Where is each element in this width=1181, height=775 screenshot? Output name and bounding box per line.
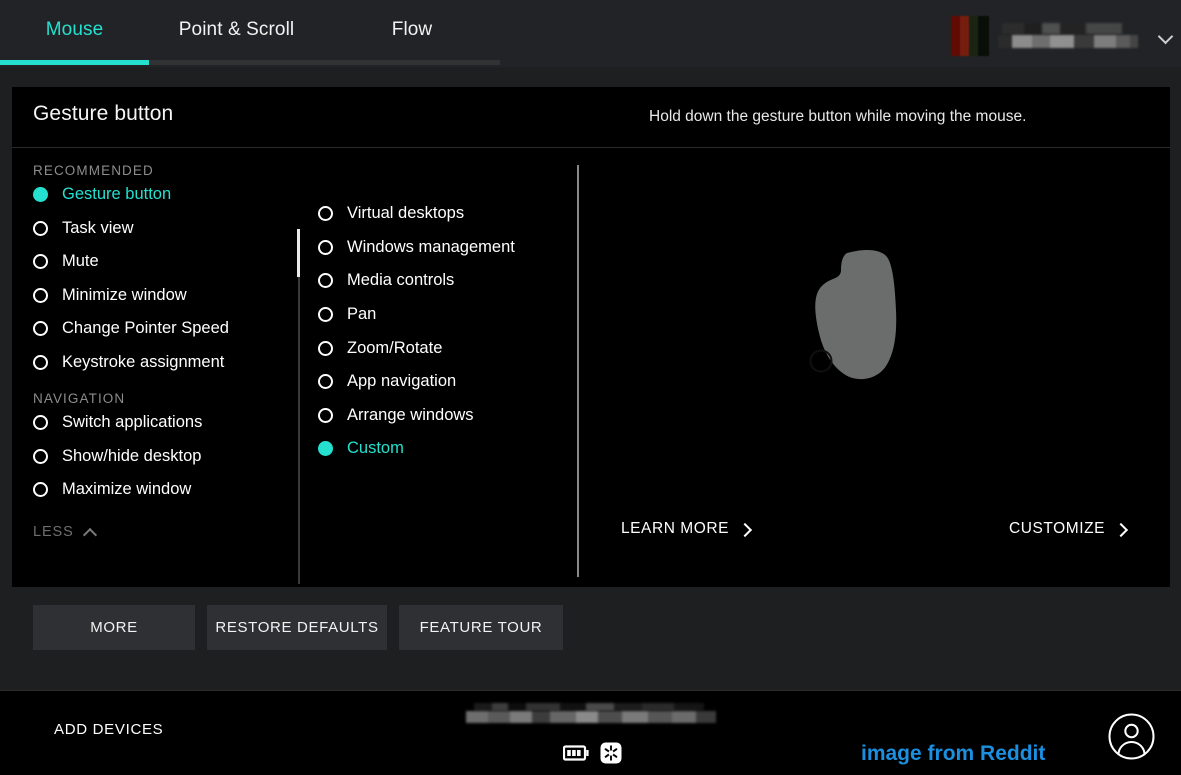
tab-flow[interactable]: Flow [324,0,500,60]
option-pan[interactable]: Pan [304,298,570,332]
option-label: Arrange windows [347,405,474,424]
sidebar-item-label: Task view [62,218,134,237]
panel-header: Gesture button Hold down the gesture but… [12,87,1170,148]
radio-icon[interactable] [33,354,48,370]
reddit-watermark: image from Reddit [861,742,1046,765]
radio-icon[interactable] [33,187,48,203]
tab-point-and-scroll-label: Point & Scroll [178,19,295,40]
panel-hint-text: Hold down the gesture button while movin… [649,108,1027,125]
sidebar-item-keystroke-assignment[interactable]: Keystroke assignment [12,346,287,380]
sidebar-item-label: Keystroke assignment [62,352,225,371]
customize-button[interactable]: CUSTOMIZE [1009,520,1127,538]
more-button[interactable]: MORE [33,605,195,650]
option-custom[interactable]: Custom [304,432,570,466]
group-label-recommended: RECOMMENDED [33,163,154,178]
radio-icon[interactable] [33,220,48,236]
account-name-redacted [998,21,1146,51]
page-title: Gesture button [33,102,174,125]
sidebar-scrollbar-track[interactable] [298,229,300,584]
sidebar-item-mute[interactable]: Mute [12,245,287,279]
sidebar-item-task-view[interactable]: Task view [12,212,287,246]
option-label: Custom [347,439,404,458]
radio-icon[interactable] [318,407,333,423]
radio-icon[interactable] [318,307,333,323]
option-label: Virtual desktops [347,204,465,223]
device-status-icons [562,742,622,769]
chevron-right-icon [1116,522,1127,537]
group-label-navigation: NAVIGATION [33,391,126,406]
radio-icon[interactable] [33,482,48,498]
app-root: Mouse Point & Scroll Flow Gesture button… [0,0,1181,775]
gesture-button-panel: Gesture button Hold down the gesture but… [12,87,1170,587]
mouse-silhouette-icon [803,248,933,383]
sidebar-item-change-pointer-speed[interactable]: Change Pointer Speed [12,312,287,346]
sidebar-item-label: Maximize window [62,480,192,499]
account-circle-icon[interactable] [1108,713,1155,760]
option-app-navigation[interactable]: App navigation [304,365,570,399]
option-label: App navigation [347,372,457,391]
radio-icon[interactable] [318,206,333,222]
radio-icon[interactable] [318,239,333,255]
chevron-down-icon[interactable] [1159,29,1173,43]
panel-body: RECOMMENDED Gesture button Task view Mut… [12,148,1170,587]
option-label: Media controls [347,271,455,290]
radio-icon[interactable] [33,415,48,431]
tab-mouse-label: Mouse [45,19,104,40]
avatar [951,16,989,56]
option-windows-management[interactable]: Windows management [304,231,570,265]
account-menu[interactable] [951,16,1173,56]
radio-icon[interactable] [318,340,333,356]
sidebar-item-label: Gesture button [62,185,172,204]
tab-flow-label: Flow [391,19,433,40]
option-arrange-windows[interactable]: Arrange windows [304,399,570,433]
option-label: Windows management [347,237,515,256]
tab-point-and-scroll[interactable]: Point & Scroll [149,0,324,60]
sidebar-item-show-hide-desktop[interactable]: Show/hide desktop [12,440,287,474]
device-name-redacted [466,703,722,727]
action-button-row: MORE RESTORE DEFAULTS FEATURE TOUR [33,605,563,650]
option-zoom-rotate[interactable]: Zoom/Rotate [304,331,570,365]
learn-more-label: LEARN MORE [621,520,729,537]
sidebar-item-label: Switch applications [62,413,203,432]
device-preview: LEARN MORE CUSTOMIZE [578,148,1170,587]
customize-label: CUSTOMIZE [1009,520,1105,537]
tab-mouse[interactable]: Mouse [0,0,149,60]
radio-icon[interactable] [33,287,48,303]
feature-tour-button[interactable]: FEATURE TOUR [399,605,563,650]
sidebar-item-gesture-button[interactable]: Gesture button [12,178,287,212]
sidebar-item-maximize-window[interactable]: Maximize window [12,473,287,507]
sidebar-item-minimize-window[interactable]: Minimize window [12,279,287,313]
less-toggle-label: LESS [33,524,74,540]
preview-links-row: LEARN MORE CUSTOMIZE [578,520,1170,538]
less-toggle[interactable]: LESS [33,524,97,540]
learn-more-button[interactable]: LEARN MORE [621,520,751,538]
radio-icon[interactable] [318,273,333,289]
radio-icon[interactable] [33,321,48,337]
radio-icon[interactable] [33,254,48,270]
tab-active-indicator [0,60,149,65]
radio-icon[interactable] [33,448,48,464]
sidebar-scrollbar-thumb[interactable] [297,229,300,277]
option-label: Zoom/Rotate [347,338,443,357]
sidebar-item-label: Mute [62,252,99,271]
gesture-options-list: Virtual desktops Windows management Medi… [304,148,570,587]
bolt-receiver-icon[interactable] [600,742,622,769]
option-media-controls[interactable]: Media controls [304,264,570,298]
option-virtual-desktops[interactable]: Virtual desktops [304,197,570,231]
action-sidebar: RECOMMENDED Gesture button Task view Mut… [12,148,287,587]
sidebar-item-label: Minimize window [62,285,187,304]
top-tab-bar: Mouse Point & Scroll Flow [0,0,1181,67]
radio-icon[interactable] [318,374,333,390]
tab-list: Mouse Point & Scroll Flow [0,0,500,60]
radio-icon[interactable] [318,441,333,457]
sidebar-item-label: Change Pointer Speed [62,319,229,338]
restore-defaults-button[interactable]: RESTORE DEFAULTS [207,605,387,650]
chevron-up-icon [83,527,97,537]
sidebar-item-label: Show/hide desktop [62,446,202,465]
add-devices-button[interactable]: ADD DEVICES [54,721,163,738]
sidebar-item-switch-applications[interactable]: Switch applications [12,406,287,440]
chevron-right-icon [740,522,751,537]
option-label: Pan [347,305,377,324]
battery-icon[interactable] [562,745,589,766]
